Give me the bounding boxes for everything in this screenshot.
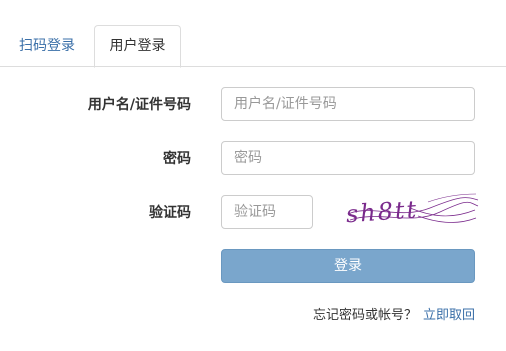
captcha-input[interactable] bbox=[221, 195, 313, 229]
tabs-divider bbox=[0, 66, 506, 67]
username-input[interactable] bbox=[221, 87, 475, 121]
captcha-label: 验证码 bbox=[149, 205, 191, 221]
login-tabs: 扫码登录 用户登录 bbox=[0, 0, 506, 68]
captcha-graphic: sh8tt bbox=[345, 193, 479, 228]
forgot-account-row: 忘记密码或帐号？ 立即取回 bbox=[313, 304, 475, 323]
login-button[interactable]: 登录 bbox=[221, 249, 475, 283]
tab-qr-login[interactable]: 扫码登录 bbox=[4, 25, 90, 67]
captcha-image[interactable]: sh8tt bbox=[340, 190, 480, 232]
tab-user-login[interactable]: 用户登录 bbox=[94, 25, 181, 68]
captcha-text: sh8tt bbox=[345, 195, 419, 228]
recover-link[interactable]: 立即取回 bbox=[423, 308, 475, 323]
password-input[interactable] bbox=[221, 141, 475, 175]
username-label: 用户名/证件号码 bbox=[87, 97, 191, 113]
password-label: 密码 bbox=[163, 151, 191, 167]
forgot-text: 忘记密码或帐号？ bbox=[312, 308, 417, 323]
